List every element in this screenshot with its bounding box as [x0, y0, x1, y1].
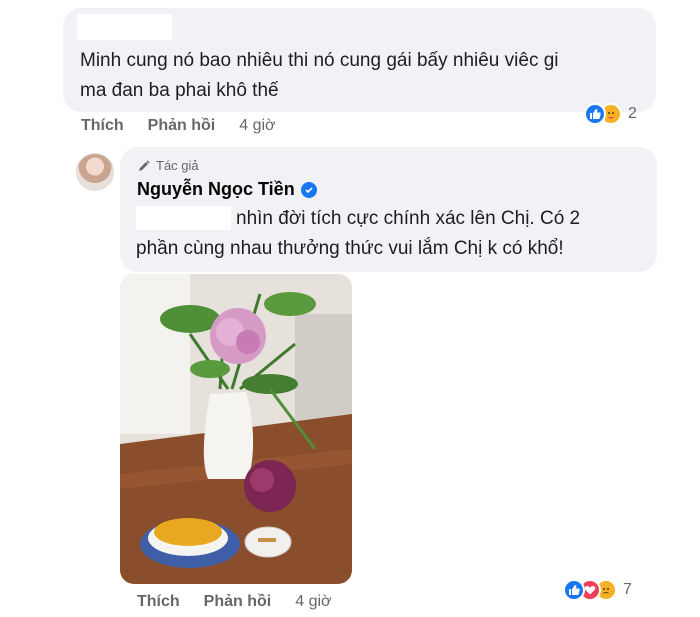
reply-link[interactable]: Phản hồi	[148, 117, 216, 135]
author-name-text: Nguyễn Ngọc Tiền	[137, 179, 295, 199]
like-link[interactable]: Thích	[81, 117, 124, 135]
like-icon	[563, 579, 585, 601]
reply-timestamp[interactable]: 4 giờ	[295, 593, 331, 611]
reply-text-line: nhìn đời tích cực chính xác lên Chị. Có …	[236, 208, 581, 229]
reply-actions: Thích Phản hồi 4 giờ	[137, 593, 332, 611]
comment-actions: Thích Phản hồi 4 giờ	[81, 117, 276, 135]
reply-link[interactable]: Phản hồi	[204, 593, 272, 611]
avatar[interactable]	[76, 153, 114, 191]
reaction-count: 7	[623, 581, 632, 598]
reply-text-line: phần cùng nhau thưởng thức vui lắm Chị k…	[136, 238, 564, 259]
author-badge: Tác giả	[137, 158, 199, 173]
verified-badge-icon	[300, 181, 317, 198]
reaction-count: 2	[628, 105, 637, 122]
comment-text-line: Minh cung nó bao nhiêu thi nó cung gái b…	[80, 50, 559, 71]
reaction-summary[interactable]: 7	[563, 579, 632, 601]
comment-text-line: ma đan ba phai khô thế	[80, 80, 279, 101]
comment-timestamp[interactable]: 4 giờ	[239, 117, 275, 135]
attached-photo[interactable]	[120, 274, 352, 584]
reaction-summary[interactable]: 2	[584, 103, 637, 125]
like-icon	[584, 103, 606, 125]
redacted-mention	[136, 206, 231, 230]
redacted-commenter-name	[77, 14, 172, 40]
like-link[interactable]: Thích	[137, 593, 180, 611]
author-badge-label: Tác giả	[156, 158, 199, 173]
author-name[interactable]: Nguyễn Ngọc Tiền	[137, 179, 317, 200]
pen-icon	[139, 159, 150, 171]
photo-content	[120, 274, 352, 584]
